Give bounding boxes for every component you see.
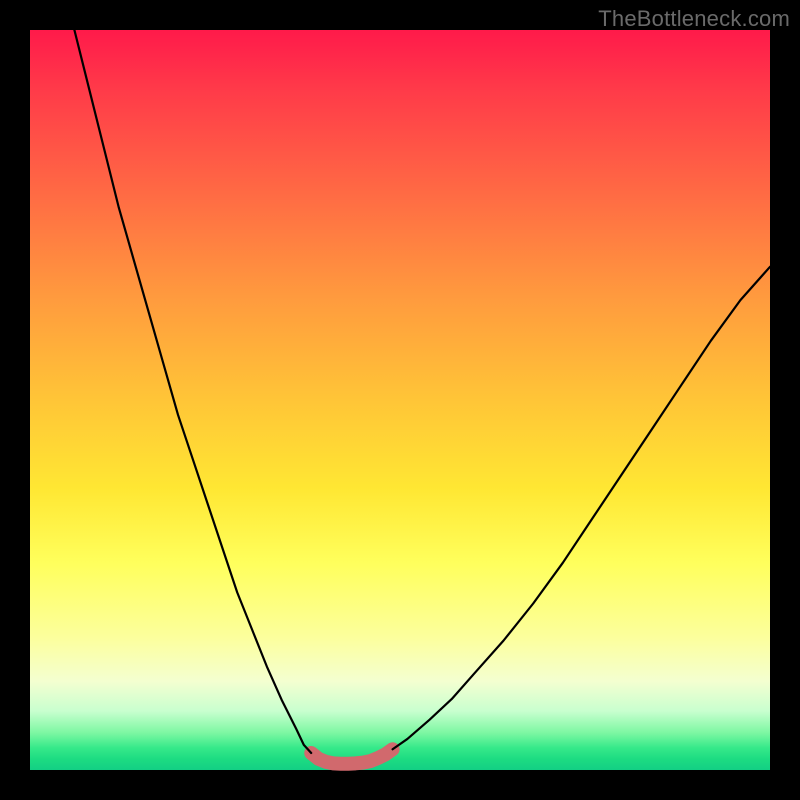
curve-layer	[30, 30, 770, 770]
valley-highlight-path	[311, 749, 392, 763]
plot-area	[30, 30, 770, 770]
left-curve-path	[74, 30, 311, 753]
right-curve-path	[393, 267, 770, 749]
watermark-text: TheBottleneck.com	[598, 6, 790, 32]
chart-frame: TheBottleneck.com	[0, 0, 800, 800]
